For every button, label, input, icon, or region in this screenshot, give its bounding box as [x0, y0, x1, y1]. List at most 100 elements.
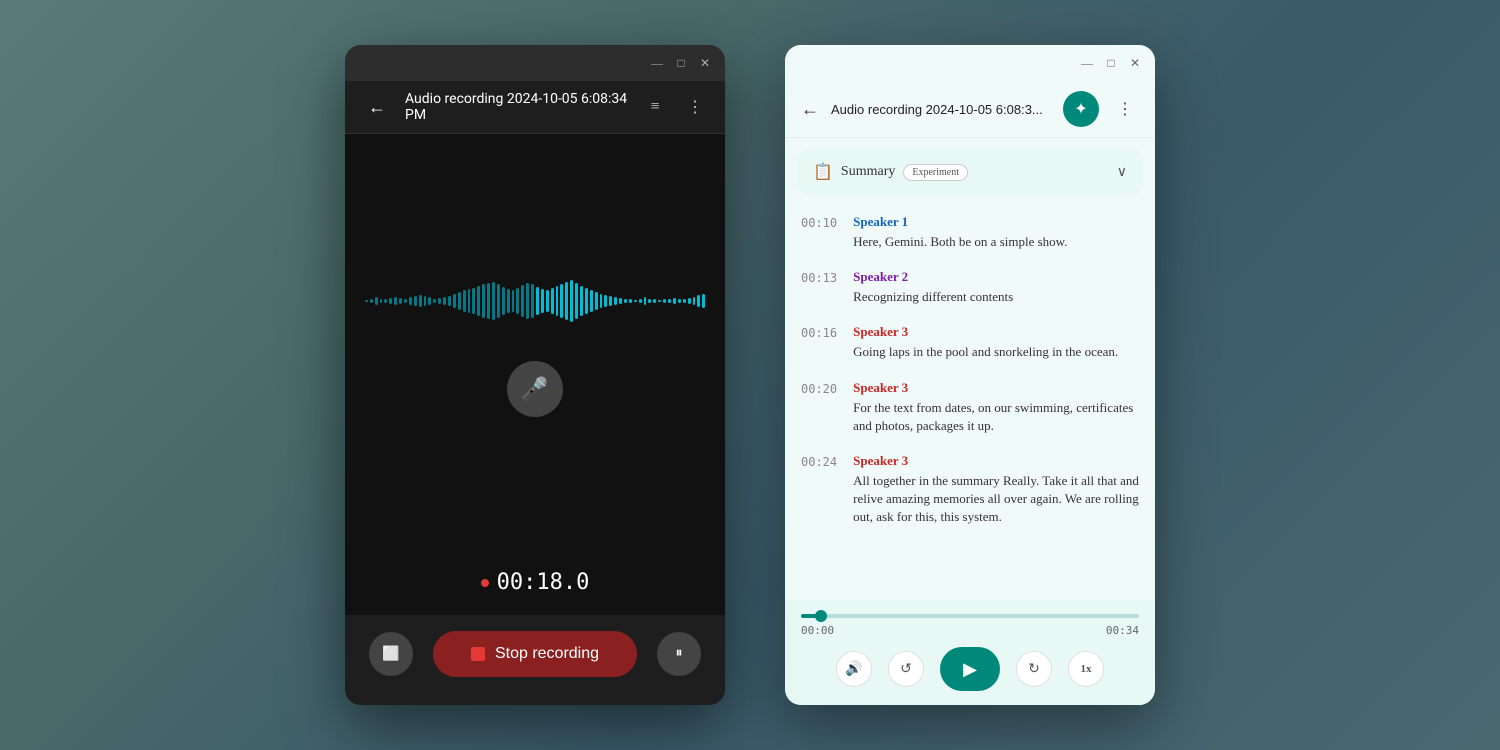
entry-text: For the text from dates, on our swimming…	[853, 399, 1139, 435]
waveform-bar	[516, 288, 519, 314]
recording-window: — □ ✕ ← Audio recording 2024-10-05 6:08:…	[345, 45, 725, 705]
waveform-bar	[693, 297, 696, 305]
progress-track	[801, 614, 1139, 618]
menu-icon[interactable]: ≡	[641, 93, 669, 121]
transcript-window: — □ ✕ ← Audio recording 2024-10-05 6:08:…	[785, 45, 1155, 705]
waveform-bar	[648, 299, 651, 304]
stop-recording-icon	[471, 647, 485, 661]
entry-content: Speaker 3 For the text from dates, on ou…	[853, 380, 1139, 435]
forward-icon: ↻	[1028, 661, 1040, 678]
transcript-close-button[interactable]: ✕	[1127, 55, 1143, 71]
waveform-bar	[683, 299, 686, 303]
waveform-bar	[487, 283, 490, 319]
transcript-entry: 00:13 Speaker 2 Recognizing different co…	[801, 269, 1139, 306]
experiment-badge: Experiment	[903, 164, 968, 181]
back-button[interactable]: ←	[361, 91, 393, 123]
waveform-bar	[463, 290, 466, 312]
transcript-back-button[interactable]: ←	[801, 99, 819, 120]
recording-title: Audio recording 2024-10-05 6:08:34 PM	[405, 91, 629, 123]
waveform-bar	[468, 289, 471, 313]
waveform-bar	[614, 297, 617, 304]
volume-icon: 🔊	[845, 661, 862, 678]
waveform-bar	[697, 295, 700, 307]
waveform-bar	[560, 284, 563, 318]
waveform-bar	[644, 297, 647, 304]
waveform-bar	[609, 296, 612, 306]
waveform-bar	[590, 290, 593, 312]
waveform-bar	[673, 298, 676, 304]
pause-button[interactable]: ⏸	[657, 632, 701, 676]
entry-time: 00:16	[801, 324, 837, 361]
waveform-bar	[365, 300, 368, 302]
waveform-bar	[453, 294, 456, 308]
summary-chevron: ∨	[1117, 164, 1127, 181]
close-button[interactable]: ✕	[697, 55, 713, 71]
waveform-bar	[512, 290, 515, 312]
pause-icon: ⏸	[676, 646, 683, 662]
total-time: 00:34	[1106, 624, 1139, 637]
minimize-button[interactable]: —	[649, 55, 665, 71]
waveform-bar	[536, 287, 539, 316]
speaker-name: Speaker 3	[853, 453, 1139, 469]
waveform-bar	[458, 292, 461, 310]
waveform-bar	[433, 299, 436, 304]
stop-square-button[interactable]: ⬜	[369, 632, 413, 676]
entry-time: 00:24	[801, 453, 837, 527]
more-icon[interactable]: ⋮	[681, 93, 709, 121]
mic-button[interactable]: 🎤	[507, 361, 563, 417]
summary-label: Summary	[841, 164, 895, 180]
waveform-container	[365, 271, 705, 331]
waveform-bar	[443, 297, 446, 305]
forward-button[interactable]: ↻	[1016, 651, 1052, 687]
playback-section: 00:00 00:34 🔊 ↺ ▶ ↻ 1x	[785, 600, 1155, 705]
waveform-bar	[556, 286, 559, 316]
waveform-bar	[600, 294, 603, 308]
waveform-bar	[409, 297, 412, 304]
entry-content: Speaker 3 All together in the summary Re…	[853, 453, 1139, 527]
transcript-header: ← Audio recording 2024-10-05 6:08:3... ✦…	[785, 81, 1155, 138]
volume-button[interactable]: 🔊	[836, 651, 872, 687]
waveform-bar	[678, 299, 681, 304]
transcript-maximize-button[interactable]: □	[1103, 55, 1119, 71]
waveform-bar	[502, 287, 505, 316]
maximize-button[interactable]: □	[673, 55, 689, 71]
speaker-name: Speaker 2	[853, 269, 1139, 285]
stop-recording-button[interactable]: Stop recording	[433, 631, 637, 677]
transcript-titlebar: — □ ✕	[785, 45, 1155, 81]
waveform-bar	[380, 299, 383, 304]
waveform-bar	[384, 299, 387, 303]
transcript-minimize-button[interactable]: —	[1079, 55, 1095, 71]
waveform-bar	[521, 285, 524, 316]
rewind-button[interactable]: ↺	[888, 651, 924, 687]
entry-time: 00:20	[801, 380, 837, 435]
waveform-bar	[424, 296, 427, 306]
waveform-bar	[526, 283, 529, 319]
waveform-bar	[629, 299, 632, 303]
waveform-bar	[492, 282, 495, 320]
waveform-bar	[419, 295, 422, 307]
entry-content: Speaker 1 Here, Gemini. Both be on a sim…	[853, 214, 1139, 251]
current-time: 00:00	[801, 624, 834, 637]
summary-icon: 📋	[813, 162, 833, 182]
transcript-entry: 00:20 Speaker 3 For the text from dates,…	[801, 380, 1139, 435]
waveform-bar	[639, 299, 642, 304]
waveform-bar	[507, 289, 510, 313]
summary-section[interactable]: 📋 Summary Experiment ∨	[797, 150, 1143, 194]
play-icon: ▶	[963, 659, 977, 680]
waveform-bar	[551, 288, 554, 314]
mic-icon: 🎤	[521, 376, 548, 402]
entry-time: 00:10	[801, 214, 837, 251]
waveform-bar	[370, 299, 373, 304]
gemini-button[interactable]: ✦	[1063, 91, 1099, 127]
waveform-bar	[634, 300, 637, 302]
waveform-bar	[531, 284, 534, 318]
waveform-bar	[399, 298, 402, 304]
play-button[interactable]: ▶	[940, 647, 1000, 691]
entry-text: Recognizing different contents	[853, 288, 1139, 306]
timer-display: 00:18.0	[345, 554, 725, 615]
stop-recording-label: Stop recording	[495, 645, 599, 663]
progress-bar[interactable]	[801, 614, 1139, 618]
waveform-bar	[668, 299, 671, 304]
transcript-more-button[interactable]: ⋮	[1111, 95, 1139, 123]
speed-button[interactable]: 1x	[1068, 651, 1104, 687]
